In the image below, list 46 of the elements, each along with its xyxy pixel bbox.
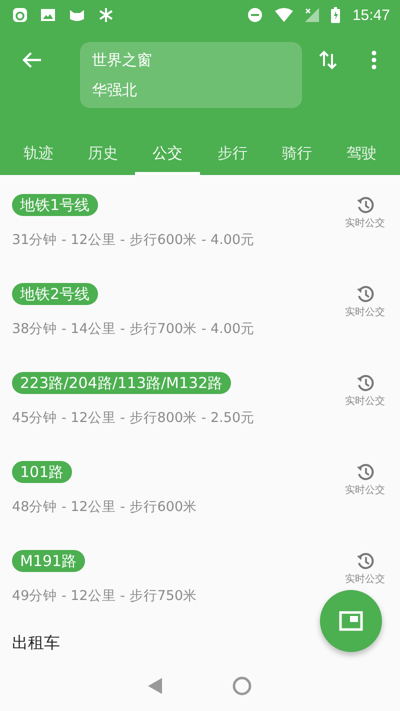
swap-arrows-icon (319, 50, 337, 70)
back-arrow-icon (22, 51, 42, 69)
tab[interactable]: 公交 (135, 135, 200, 175)
image-icon (40, 7, 56, 23)
history-icon (356, 463, 374, 481)
back-nav-icon[interactable] (148, 678, 162, 694)
wifi-icon (275, 8, 294, 22)
clock-time: 15:47 (352, 6, 390, 24)
map-view-button[interactable] (320, 590, 382, 652)
history-icon (356, 285, 374, 303)
realtime-bus-button[interactable]: 实时公交 (342, 196, 388, 230)
route-name[interactable]: 223路/204路/113路/M132路 (12, 372, 231, 394)
history-icon (356, 374, 374, 392)
route-name[interactable]: M191路 (12, 550, 85, 572)
history-icon (356, 552, 374, 570)
history-icon (356, 196, 374, 214)
cat-icon (68, 7, 86, 23)
route-fields[interactable]: 世界之窗 华强北 (80, 42, 302, 108)
signal-icon (305, 8, 320, 22)
realtime-bus-button[interactable]: 实时公交 (342, 552, 388, 586)
route-summary: 49分钟 - 12公里 - 步行750米 (12, 587, 198, 605)
do-not-disturb-icon (247, 7, 264, 23)
tab[interactable]: 轨迹 (6, 135, 71, 175)
tab[interactable]: 历史 (70, 135, 136, 175)
tab[interactable]: 步行 (200, 135, 265, 175)
route-name[interactable]: 地铁2号线 (12, 283, 98, 305)
route-summary: 31分钟 - 12公里 - 步行600米 - 4.00元 (12, 231, 255, 249)
window-icon (339, 611, 363, 631)
route-summary: 45分钟 - 12公里 - 步行800米 - 2.50元 (12, 409, 255, 427)
more-icon (371, 50, 377, 70)
destination-field[interactable]: 华强北 (92, 81, 290, 99)
snowflake-icon (98, 7, 114, 23)
origin-field[interactable]: 世界之窗 (92, 51, 290, 69)
realtime-bus-button[interactable]: 实时公交 (342, 463, 388, 497)
battery-icon (331, 7, 340, 23)
tab[interactable]: 骑行 (264, 135, 330, 175)
route-summary: 38分钟 - 14公里 - 步行700米 - 4.00元 (12, 320, 255, 338)
route-name[interactable]: 地铁1号线 (12, 194, 98, 216)
tab[interactable]: 驾驶 (329, 135, 394, 175)
route-name[interactable]: 101路 (12, 461, 72, 483)
section-title: 出租车 (11, 633, 61, 654)
app-icon (12, 7, 28, 23)
realtime-bus-button[interactable]: 实时公交 (342, 285, 388, 319)
realtime-bus-button[interactable]: 实时公交 (342, 374, 388, 408)
home-nav-icon[interactable] (232, 676, 252, 696)
route-summary: 48分钟 - 12公里 - 步行600米 (12, 498, 198, 516)
